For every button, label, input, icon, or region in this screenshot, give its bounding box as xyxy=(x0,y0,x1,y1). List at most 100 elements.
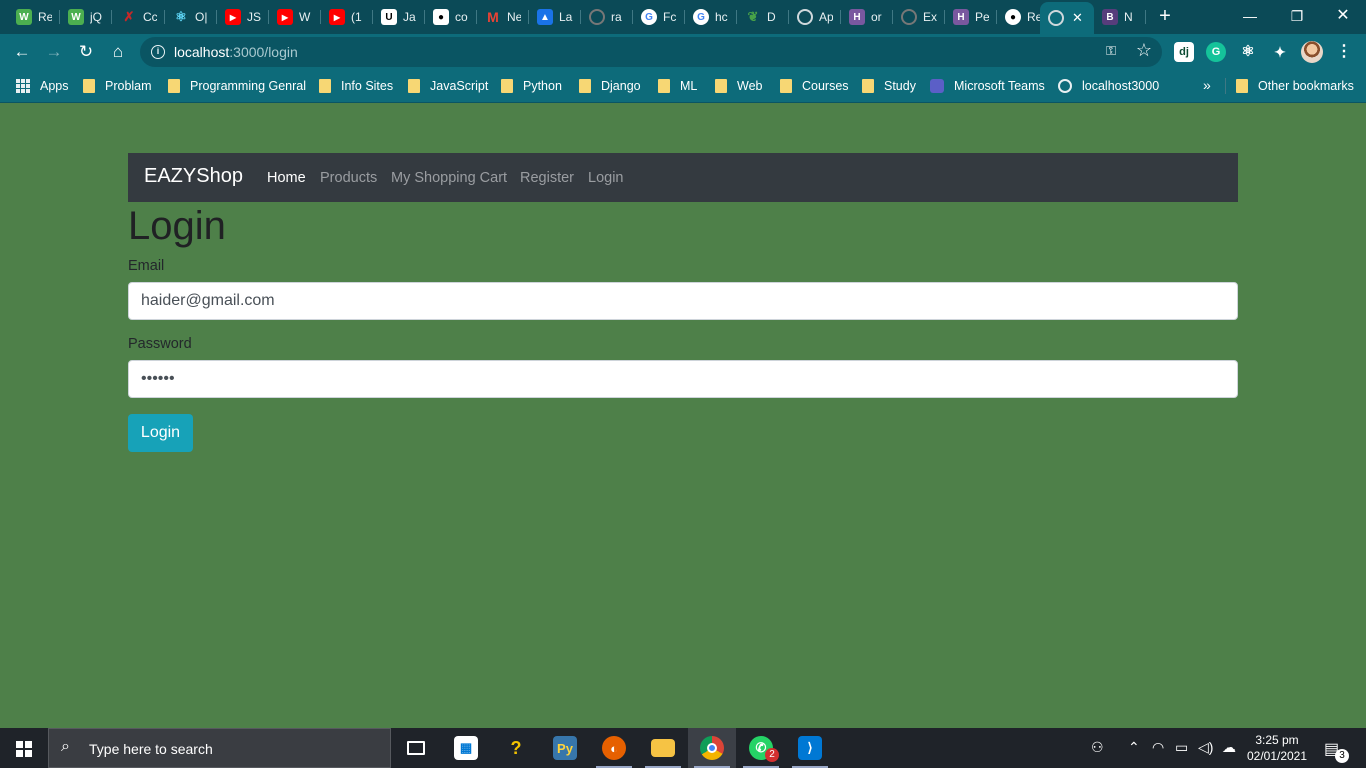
folder-icon xyxy=(862,79,874,93)
browser-tab[interactable]: ⚛ O| xyxy=(165,4,217,30)
bookmark-folder[interactable]: Programming Genral xyxy=(168,77,306,95)
bookmark-folder[interactable]: JavaScript xyxy=(408,77,488,95)
login-submit-button[interactable]: Login xyxy=(128,414,193,452)
python-icon: Py xyxy=(553,736,577,760)
profile-avatar[interactable] xyxy=(1301,41,1323,63)
windows-taskbar: ⌕ Type here to search ▦ ? Py ◐ ✆ 2 ⟩ ⚇ ⌃ … xyxy=(0,728,1366,768)
taskbar-chrome[interactable] xyxy=(688,728,736,768)
people-icon[interactable]: ⚇ xyxy=(1091,739,1104,756)
browser-tab[interactable]: ▲ La xyxy=(529,4,581,30)
home-icon[interactable]: ⌂ xyxy=(107,41,129,63)
browser-tab[interactable]: WjQ xyxy=(60,4,112,30)
browser-tab[interactable]: Ex xyxy=(893,4,945,30)
restore-icon[interactable]: ❐ xyxy=(1285,5,1309,27)
bookmark-folder[interactable]: Problam xyxy=(83,77,152,95)
site-info-icon[interactable]: i xyxy=(151,45,165,59)
extensions-puzzle-icon[interactable]: ✦ xyxy=(1270,42,1290,62)
taskbar-python[interactable]: Py xyxy=(541,728,589,768)
browser-tab[interactable]: ❦ D xyxy=(737,4,789,30)
volume-icon[interactable]: ◁) xyxy=(1198,739,1213,756)
browser-tab[interactable]: ✗ Cc xyxy=(113,4,165,30)
bookmark-localhost[interactable]: localhost3000 xyxy=(1058,77,1159,95)
browser-tab[interactable]: ▶ JS xyxy=(217,4,269,30)
bookmark-folder[interactable]: ML xyxy=(658,77,697,95)
browser-tab[interactable]: H Pe xyxy=(945,4,997,30)
browser-tab[interactable]: ● co xyxy=(425,4,477,30)
react-icon: ⚛ xyxy=(175,9,187,24)
password-key-icon[interactable]: ⚿ xyxy=(1106,43,1116,59)
email-label: Email xyxy=(128,258,165,274)
browser-tab[interactable]: ▶ W xyxy=(269,4,321,30)
address-bar[interactable]: i localhost:3000/login ⚿ ☆ xyxy=(140,37,1162,67)
nav-login[interactable]: Login xyxy=(588,170,623,186)
bookmark-star-icon[interactable]: ☆ xyxy=(1136,40,1152,61)
django-extension-icon[interactable]: dj xyxy=(1174,42,1194,62)
new-tab-icon[interactable]: + xyxy=(1155,6,1175,26)
taskbar-search[interactable]: ⌕ Type here to search xyxy=(48,728,391,768)
bookmark-folder[interactable]: Courses xyxy=(780,77,849,95)
browser-tab[interactable]: M Ne xyxy=(477,4,529,30)
back-icon[interactable]: ← xyxy=(11,41,33,63)
browser-tab[interactable]: U Ja xyxy=(373,4,425,30)
nav-products[interactable]: Products xyxy=(320,170,377,186)
bookmark-apps[interactable]: Apps xyxy=(16,77,69,95)
globe-icon xyxy=(589,9,605,25)
nav-shopping-cart[interactable]: My Shopping Cart xyxy=(391,170,507,186)
taskbar-whatsapp[interactable]: ✆ 2 xyxy=(737,728,785,768)
search-placeholder: Type here to search xyxy=(89,741,213,757)
browser-tab-active[interactable]: ✕ xyxy=(1040,2,1094,34)
bookmarks-overflow-icon[interactable]: » xyxy=(1203,77,1211,93)
wifi-icon[interactable]: ◠ xyxy=(1152,739,1164,756)
bookmark-folder[interactable]: Django xyxy=(579,77,641,95)
browser-tab[interactable]: Hor xyxy=(841,4,893,30)
bookmarks-bar: Apps Problam Programming Genral Info Sit… xyxy=(0,70,1366,103)
task-view-button[interactable] xyxy=(392,728,440,768)
clock-date: 02/01/2021 xyxy=(1246,749,1308,763)
nav-home[interactable]: Home xyxy=(267,170,306,186)
other-bookmarks[interactable]: Other bookmarks xyxy=(1236,77,1354,95)
browser-tab[interactable]: Ghc xyxy=(685,4,737,30)
app-navbar: EAZYShop Home Products My Shopping Cart … xyxy=(128,153,1238,202)
wolfram-icon: W xyxy=(16,9,32,25)
taskbar-vscode[interactable]: ⟩ xyxy=(786,728,834,768)
taskbar-store[interactable]: ▦ xyxy=(442,728,490,768)
windows-logo-icon xyxy=(16,741,32,757)
minimize-icon[interactable]: — xyxy=(1238,5,1262,27)
email-field[interactable] xyxy=(128,282,1238,320)
forward-icon[interactable]: → xyxy=(43,41,65,63)
react-devtools-extension-icon[interactable]: ⚛ xyxy=(1238,42,1258,62)
bookmark-folder[interactable]: Study xyxy=(862,77,916,95)
close-tab-icon[interactable]: ✕ xyxy=(1072,10,1083,26)
bookmark-folder[interactable]: Web xyxy=(715,77,762,95)
battery-icon[interactable]: ▭ xyxy=(1175,739,1188,756)
taskbar-file-explorer[interactable] xyxy=(639,728,687,768)
taskbar-clock[interactable]: 3:25 pm 02/01/2021 xyxy=(1246,732,1308,764)
browser-tab[interactable]: ▶ (1 xyxy=(321,4,373,30)
folder-icon xyxy=(501,79,513,93)
browser-menu-icon[interactable]: ⋮ xyxy=(1336,41,1352,61)
browser-tab[interactable]: ra xyxy=(581,4,633,30)
url-host: localhost xyxy=(174,44,230,60)
grammarly-extension-icon[interactable]: G xyxy=(1206,42,1226,62)
bookmark-folder[interactable]: Python xyxy=(501,77,562,95)
taskbar-firefox[interactable]: ◐ xyxy=(590,728,638,768)
reload-icon[interactable]: ↻ xyxy=(75,41,97,63)
gmail-icon: M xyxy=(487,9,499,25)
bookmark-teams[interactable]: Microsoft Teams xyxy=(930,77,1045,95)
taskbar-tips[interactable]: ? xyxy=(492,728,540,768)
start-button[interactable] xyxy=(0,728,48,768)
github-dark-icon: ● xyxy=(433,9,449,25)
nav-register[interactable]: Register xyxy=(520,170,574,186)
onedrive-icon[interactable]: ☁ xyxy=(1222,739,1236,756)
close-window-icon[interactable]: ✕ xyxy=(1331,5,1355,27)
browser-tab[interactable]: W Re xyxy=(8,4,60,30)
bookmark-folder[interactable]: Info Sites xyxy=(319,77,393,95)
brand-logo[interactable]: EAZYShop xyxy=(144,165,243,188)
contacts-icon: ▲ xyxy=(537,9,553,25)
password-field[interactable] xyxy=(128,360,1238,398)
browser-tab[interactable]: G Fc xyxy=(633,4,685,30)
show-hidden-icons-icon[interactable]: ⌃ xyxy=(1128,739,1140,756)
browser-tab[interactable]: Ap xyxy=(789,4,841,30)
browser-tab[interactable]: BN xyxy=(1094,4,1146,30)
browser-toolbar: ← → ↻ ⌂ i localhost:3000/login ⚿ ☆ dj G … xyxy=(0,34,1366,70)
